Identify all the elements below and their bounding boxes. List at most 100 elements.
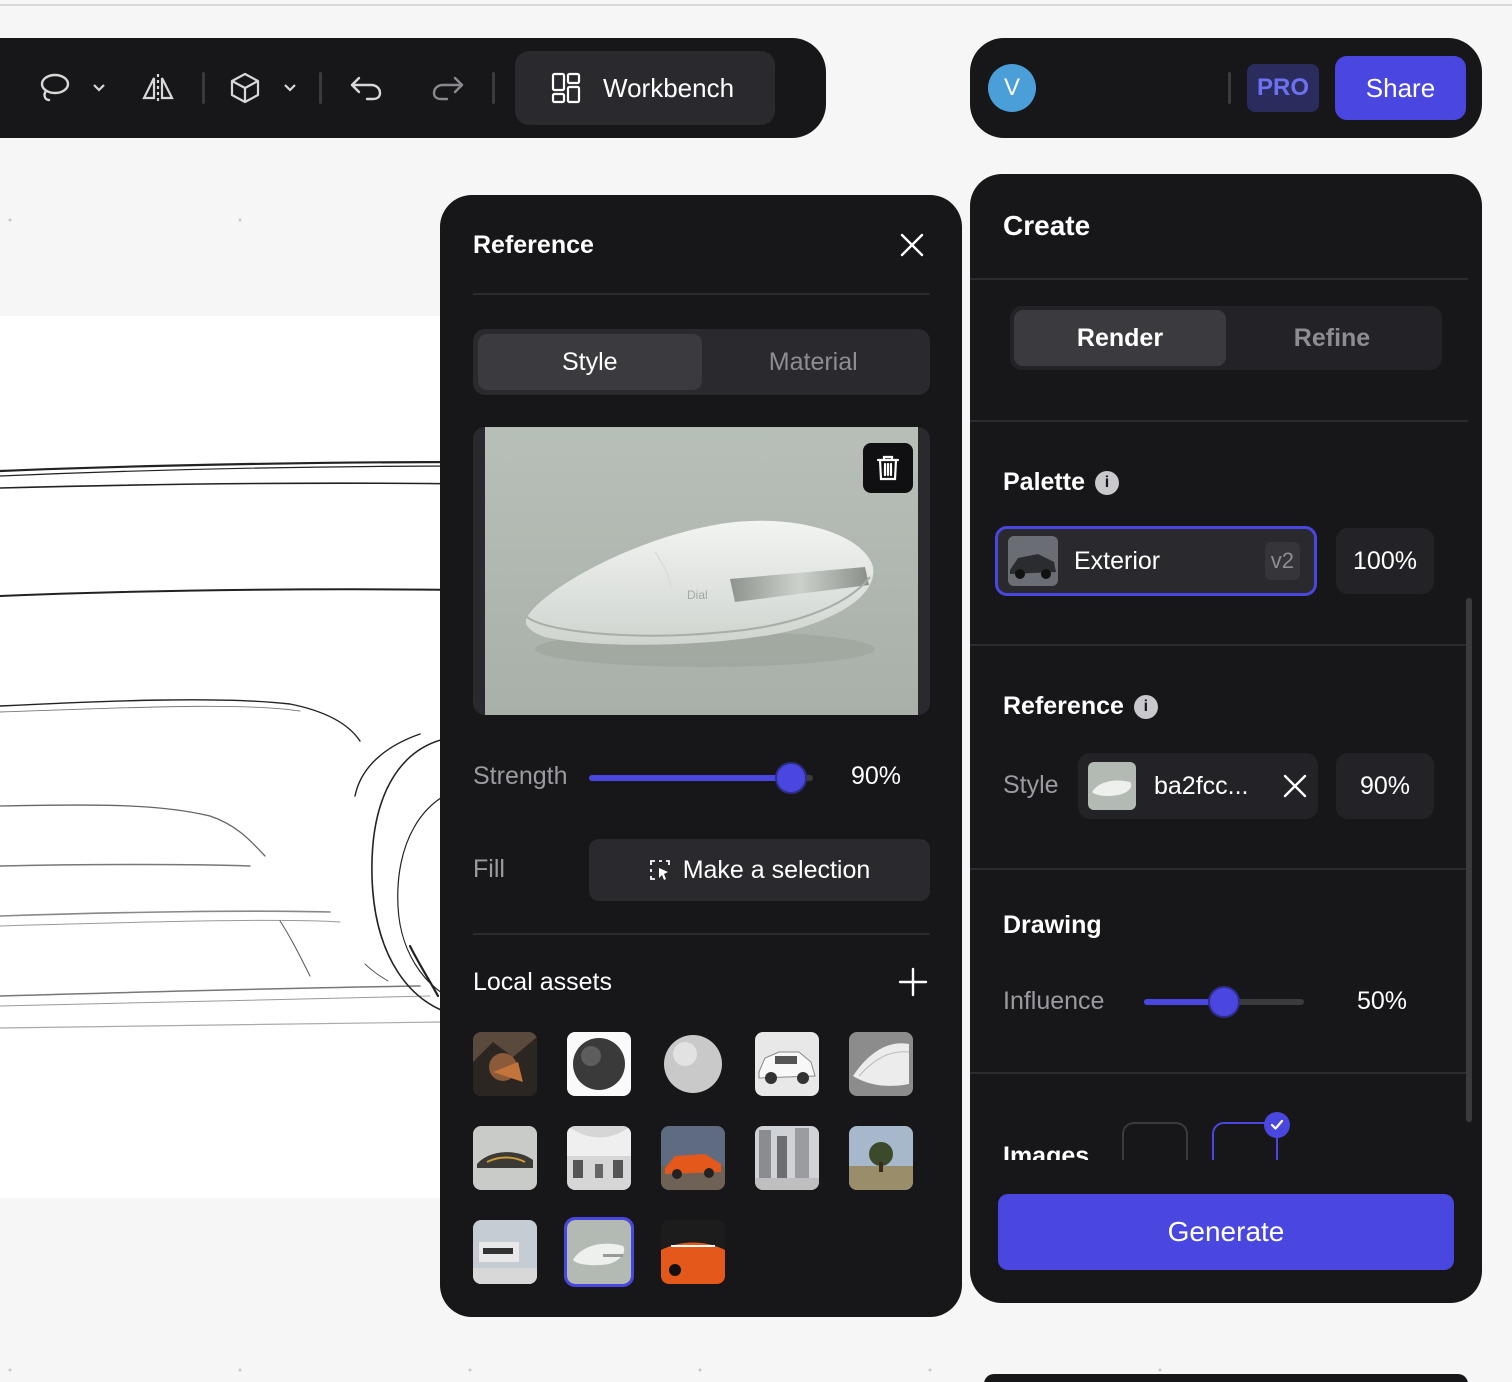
toolbar-divider: [319, 72, 322, 104]
reference-type-tabs: Style Material: [473, 329, 930, 395]
undo-icon: [350, 76, 382, 101]
close-button[interactable]: [898, 231, 926, 259]
asset-thumbnail[interactable]: [661, 1126, 725, 1190]
strength-slider-handle[interactable]: [774, 762, 807, 794]
reference-chip-name: ba2fcc...: [1154, 771, 1249, 800]
reference-style-chip[interactable]: ba2fcc...: [1078, 753, 1318, 819]
fill-label: Fill: [473, 855, 505, 883]
palette-section-title: Palette i: [1003, 468, 1119, 497]
asset-thumbnail[interactable]: [473, 1032, 537, 1096]
reference-title: Reference: [1003, 692, 1124, 720]
create-mode-tabs: Render Refine: [1010, 306, 1442, 370]
asset-thumbnail-selected[interactable]: [564, 1217, 634, 1287]
panel-divider: [970, 1072, 1468, 1074]
car-sketch: [0, 460, 470, 1029]
bottom-panel-edge: [984, 1374, 1468, 1382]
mouse-watermark: Dial: [687, 588, 708, 602]
plus-icon: [898, 967, 928, 997]
remove-reference-button[interactable]: [1282, 773, 1308, 799]
account-divider: [1227, 72, 1231, 104]
influence-slider-handle[interactable]: [1208, 986, 1240, 1018]
workbench-button[interactable]: Workbench: [515, 51, 775, 125]
asset-thumbnail[interactable]: [473, 1126, 537, 1190]
asset-thumbnail[interactable]: [755, 1032, 819, 1096]
asset-thumbnail[interactable]: [567, 1032, 631, 1096]
asset-thumbnail[interactable]: [755, 1126, 819, 1190]
panel-divider: [473, 293, 930, 295]
pro-badge[interactable]: PRO: [1246, 64, 1319, 112]
reference-panel-title: Reference: [473, 231, 594, 259]
make-selection-button[interactable]: Make a selection: [589, 839, 930, 901]
3d-tool-button[interactable]: [221, 71, 269, 105]
undo-button[interactable]: [338, 74, 394, 102]
reference-section-title: Reference i: [1003, 692, 1158, 721]
asset-thumbnail[interactable]: [661, 1220, 725, 1284]
3d-options-button[interactable]: [277, 83, 303, 93]
mirror-icon: [142, 74, 174, 102]
tab-render[interactable]: Render: [1014, 310, 1226, 366]
reference-percent[interactable]: 90%: [1336, 753, 1434, 819]
close-icon: [1283, 774, 1307, 798]
palette-thumbnail: [1008, 536, 1058, 586]
tab-refine[interactable]: Refine: [1226, 310, 1438, 366]
create-panel-title: Create: [1003, 210, 1091, 241]
create-panel: Create Render Refine Palette i Exterior …: [970, 174, 1482, 1303]
asset-thumbnail[interactable]: [473, 1220, 537, 1284]
window-top-border: [0, 4, 1512, 6]
panel-divider: [970, 278, 1468, 280]
reference-type-label: Style: [1003, 771, 1059, 799]
panel-divider: [473, 933, 930, 935]
cube-sparkle-icon: [230, 72, 260, 104]
lasso-icon: [40, 73, 70, 102]
tab-material[interactable]: Material: [702, 334, 926, 390]
palette-name: Exterior: [1074, 546, 1161, 575]
trash-icon: [876, 455, 900, 481]
checkmark-icon: [1270, 1119, 1284, 1130]
asset-thumbnail[interactable]: [661, 1032, 725, 1096]
strength-slider[interactable]: [589, 762, 813, 794]
close-icon: [900, 233, 924, 257]
selected-check-badge: [1264, 1112, 1290, 1138]
chevron-down-icon: [284, 84, 296, 92]
delete-reference-button[interactable]: [863, 443, 913, 493]
mirror-tool-button[interactable]: [130, 72, 186, 104]
generate-button[interactable]: Generate: [998, 1194, 1454, 1270]
add-asset-button[interactable]: [898, 967, 928, 997]
create-panel-scrollbar[interactable]: [1466, 598, 1472, 1122]
drawing-title: Drawing: [1003, 911, 1102, 939]
main-toolbar: Workbench: [0, 38, 826, 138]
reference-image-preview: Dial: [473, 427, 930, 715]
avatar[interactable]: V: [988, 64, 1036, 112]
account-bar: V PRO Share: [970, 38, 1482, 138]
influence-label: Influence: [1003, 987, 1105, 1015]
info-icon[interactable]: i: [1133, 694, 1158, 719]
toolbar-divider: [202, 72, 205, 104]
make-selection-label: Make a selection: [682, 855, 871, 884]
local-assets-title: Local assets: [473, 968, 612, 996]
chevron-down-icon: [93, 84, 105, 92]
asset-thumbnail[interactable]: [567, 1126, 631, 1190]
reference-panel: Reference Style Material Dial Strength 9…: [440, 195, 962, 1317]
share-button[interactable]: Share: [1335, 56, 1466, 120]
palette-selector[interactable]: Exterior v2: [995, 526, 1317, 596]
panel-divider: [970, 644, 1468, 646]
info-icon[interactable]: i: [1094, 470, 1119, 495]
toolbar-divider: [492, 72, 495, 104]
strength-value: 90%: [851, 762, 902, 790]
asset-thumbnail[interactable]: [849, 1126, 913, 1190]
asset-thumbnail[interactable]: [849, 1032, 913, 1096]
lasso-options-button[interactable]: [86, 83, 112, 93]
influence-slider[interactable]: [1144, 986, 1304, 1018]
redo-button[interactable]: [420, 74, 476, 102]
reference-chip-thumbnail: [1088, 762, 1136, 810]
palette-percent[interactable]: 100%: [1336, 528, 1434, 594]
redo-icon: [432, 76, 464, 101]
panel-divider: [970, 420, 1468, 422]
workbench-grid-icon: [551, 72, 581, 104]
strength-label: Strength: [473, 762, 568, 790]
tab-style[interactable]: Style: [478, 334, 702, 390]
palette-title: Palette: [1003, 468, 1085, 496]
lasso-tool-button[interactable]: [30, 71, 78, 105]
mouse-reference-image: Dial: [485, 427, 918, 715]
panel-divider: [970, 868, 1468, 870]
